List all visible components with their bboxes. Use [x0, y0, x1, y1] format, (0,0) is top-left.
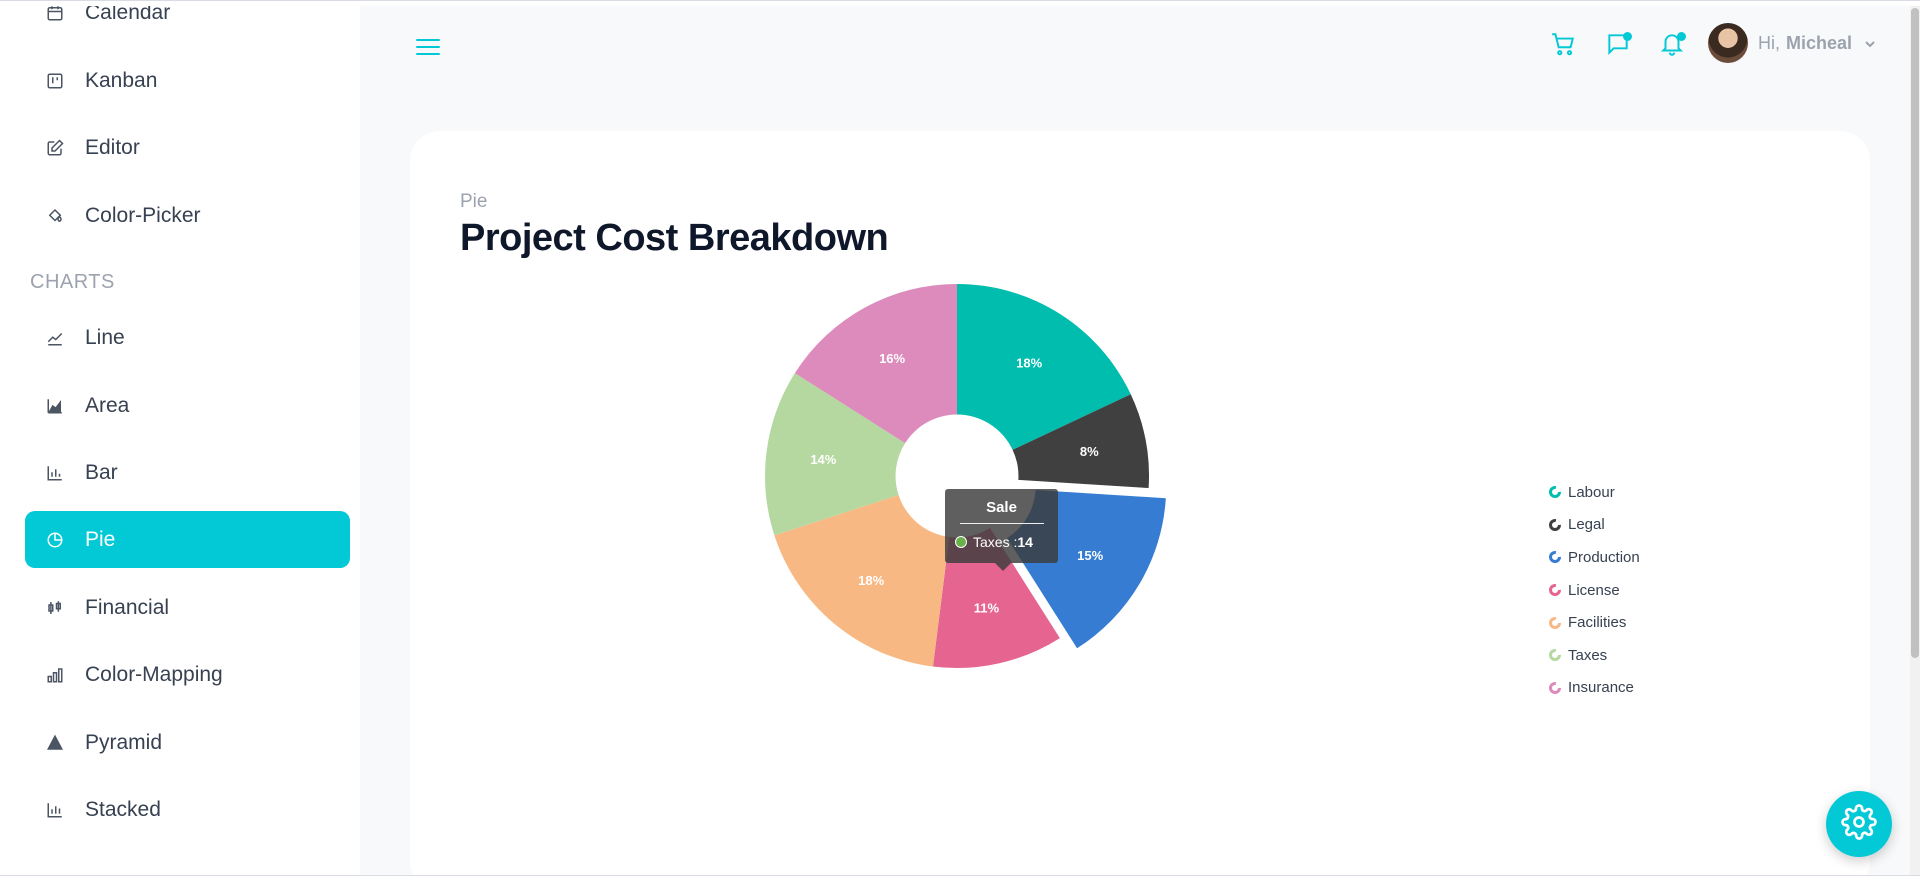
legend-item-labour[interactable]: Labour: [1548, 476, 1640, 509]
notification-button[interactable]: [1656, 30, 1688, 62]
avatar: [1708, 23, 1748, 63]
sidebar-item-label: Stacked: [85, 797, 161, 821]
legend-label: Facilities: [1568, 614, 1627, 632]
pie-data-label: 8%: [1080, 444, 1099, 459]
legend-label: Production: [1568, 548, 1640, 566]
pie-data-label: 11%: [974, 600, 1000, 615]
legend-label: License: [1568, 581, 1620, 599]
pie-data-label: 14%: [810, 452, 836, 467]
sidebar-item-label: Color-Mapping: [85, 662, 223, 686]
financial-icon: [25, 599, 85, 617]
chart-card: Pie Project Cost Breakdown 18% 8% 15% 11% 18…: [410, 131, 1870, 878]
chevron-down-icon: [1864, 37, 1876, 49]
legend-item-production[interactable]: Production: [1548, 541, 1640, 574]
legend-marker-icon: [1549, 681, 1561, 694]
sidebar-item-label: Calendar: [85, 6, 171, 24]
sidebar-item-stacked[interactable]: Stacked: [25, 781, 350, 838]
legend-label: Taxes: [1568, 646, 1608, 664]
legend-item-taxes[interactable]: Taxes: [1548, 639, 1640, 672]
sidebar-item-label: Area: [85, 393, 130, 417]
sidebar-item-kanban[interactable]: Kanban: [25, 52, 350, 109]
settings-button[interactable]: [1826, 791, 1892, 857]
legend-marker-icon: [1549, 616, 1561, 629]
sidebar-item-pyramid[interactable]: Pyramid: [25, 714, 350, 771]
cart-button[interactable]: [1547, 30, 1579, 62]
tooltip-label: Taxes :: [973, 534, 1018, 550]
sidebar-item-label: Pie: [85, 527, 116, 551]
sidebar-item-label: Bar: [85, 460, 118, 484]
cart-icon: [1550, 31, 1576, 62]
main-area: Hi, Micheal Pie Project Cost Breakdown 1…: [360, 6, 1920, 878]
pie-data-label: 16%: [879, 351, 905, 366]
tooltip-arrow: [995, 563, 1011, 571]
chart-legend: Labour Legal Production License Facilities Ta…: [1548, 476, 1640, 704]
stacked-chart-icon: [25, 801, 85, 819]
chart-tooltip: Sale Taxes : 14: [945, 489, 1058, 571]
legend-marker-icon: [1549, 486, 1561, 499]
kanban-icon: [25, 72, 85, 90]
greeting-text: Hi,: [1758, 32, 1780, 53]
chat-notification-dot: [1623, 32, 1632, 41]
sidebar-item-financial[interactable]: Financial: [25, 579, 350, 636]
area-chart-icon: [25, 397, 85, 415]
tooltip-value: 14: [1017, 534, 1033, 550]
gear-icon: [1841, 803, 1877, 845]
pie-chart-icon: [25, 531, 85, 549]
tooltip-divider: [959, 523, 1044, 524]
pie-chart: 18% 8% 15% 11% 18% 14% 16%: [765, 284, 1166, 668]
pie-data-label: 18%: [1016, 355, 1042, 370]
sidebar-item-label: Color-Picker: [85, 203, 201, 227]
legend-item-facilities[interactable]: Facilities: [1548, 606, 1640, 639]
sidebar-item-bar[interactable]: Bar: [25, 444, 350, 501]
section-title-charts: CHARTS: [30, 271, 115, 293]
legend-marker-icon: [1549, 584, 1561, 597]
chat-button[interactable]: [1602, 30, 1634, 62]
page-scrollbar[interactable]: [1910, 6, 1920, 875]
sidebar: Calendar Kanban Editor Color-Picker CHAR…: [0, 6, 360, 875]
legend-marker-icon: [1549, 649, 1561, 662]
notification-dot: [1677, 32, 1686, 41]
sidebar-item-label: Kanban: [85, 68, 158, 92]
tooltip-color-marker: [955, 536, 967, 548]
legend-label: Insurance: [1568, 679, 1634, 697]
tooltip-row: Taxes : 14: [955, 534, 1058, 550]
sidebar-item-label: Financial: [85, 595, 170, 619]
sidebar-item-pie[interactable]: Pie: [25, 511, 350, 568]
sidebar-item-calendar[interactable]: Calendar: [25, 6, 350, 41]
line-chart-icon: [25, 329, 85, 347]
sidebar-item-area[interactable]: Area: [25, 377, 350, 434]
legend-marker-icon: [1549, 518, 1561, 531]
bar-chart-icon: [25, 464, 85, 482]
pie-data-label: 15%: [1077, 548, 1103, 563]
legend-label: Labour: [1568, 483, 1615, 501]
edit-icon: [25, 138, 85, 157]
user-profile-menu[interactable]: Hi, Micheal: [1708, 22, 1876, 64]
calendar-icon: [25, 6, 85, 22]
color-mapping-icon: [25, 666, 85, 684]
scrollbar-thumb[interactable]: [1911, 8, 1919, 658]
sidebar-item-label: Pyramid: [85, 730, 163, 754]
sidebar-item-line[interactable]: Line: [25, 309, 350, 366]
sidebar-item-color-picker[interactable]: Color-Picker: [25, 187, 350, 244]
username: Micheal: [1786, 32, 1853, 53]
sidebar-item-label: Editor: [85, 135, 140, 159]
navbar: Hi, Micheal: [360, 6, 1920, 86]
pyramid-icon: [25, 734, 85, 752]
paint-bucket-icon: [25, 207, 85, 225]
legend-marker-icon: [1549, 551, 1561, 564]
legend-item-insurance[interactable]: Insurance: [1548, 672, 1640, 705]
legend-label: Legal: [1568, 516, 1605, 534]
pie-data-label: 18%: [858, 573, 884, 588]
tooltip-title: Sale: [986, 499, 1017, 516]
sidebar-item-color-mapping[interactable]: Color-Mapping: [25, 646, 350, 703]
sidebar-item-editor[interactable]: Editor: [25, 119, 350, 176]
legend-item-legal[interactable]: Legal: [1548, 509, 1640, 542]
legend-item-license[interactable]: License: [1548, 574, 1640, 607]
sidebar-item-label: Line: [85, 325, 125, 349]
